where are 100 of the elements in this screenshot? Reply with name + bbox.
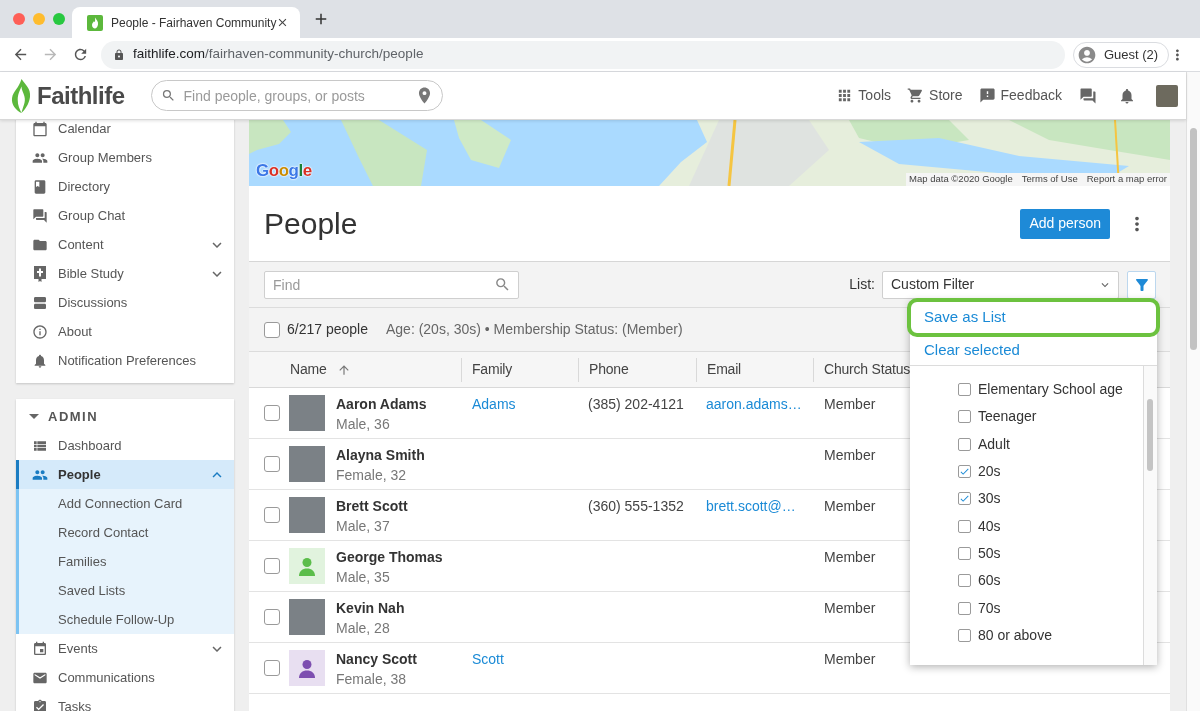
window-close-button[interactable] xyxy=(13,13,25,25)
chat-bubbles-icon xyxy=(32,207,48,224)
checkbox[interactable] xyxy=(958,601,971,615)
reload-icon[interactable] xyxy=(72,46,89,63)
option-label[interactable]: Adult xyxy=(978,433,1010,455)
nav-link[interactable]: Feedback xyxy=(978,85,1062,106)
sidebar-item[interactable]: Dashboard xyxy=(16,431,234,460)
find-field[interactable]: Find xyxy=(264,270,519,299)
sidebar-item[interactable]: Bible Study xyxy=(16,259,234,288)
column-header[interactable]: Family xyxy=(472,359,513,380)
filter-summary: Age: (20s, 30s) • Membership Status: (Member) xyxy=(385,320,683,339)
checkbox[interactable] xyxy=(264,507,280,523)
email-link[interactable]: brett.scott@… xyxy=(706,498,796,514)
sidebar-item[interactable]: Calendar xyxy=(16,120,234,143)
search-field[interactable]: Find people, groups, or posts xyxy=(150,80,443,111)
person-name[interactable]: George Thomas xyxy=(336,547,443,567)
map-link[interactable]: Report a map error xyxy=(1086,172,1167,187)
sidebar-item[interactable]: People xyxy=(16,460,234,489)
checkbox[interactable] xyxy=(958,437,971,451)
family-link[interactable]: Adams xyxy=(472,396,516,412)
person-name[interactable]: Aaron Adams xyxy=(336,394,427,414)
google-logo: Google xyxy=(256,159,312,182)
checkbox[interactable] xyxy=(264,558,280,574)
checkbox[interactable] xyxy=(958,383,971,397)
sidebar-item[interactable]: Content xyxy=(16,230,234,259)
search-icon xyxy=(494,275,511,293)
checkbox[interactable] xyxy=(958,546,971,560)
column-header[interactable]: Email xyxy=(707,359,741,380)
nav-link[interactable]: Tools xyxy=(836,85,892,106)
sidebar-item[interactable]: Group Chat xyxy=(16,201,234,230)
photo-placeholder[interactable] xyxy=(1156,84,1178,107)
sidebar-item[interactable]: Tasks xyxy=(16,692,234,711)
checkbox[interactable] xyxy=(958,410,971,424)
sidebar-item[interactable]: Discussions xyxy=(16,288,234,317)
chat-icon[interactable] xyxy=(1079,86,1097,105)
option-label[interactable]: Elementary School age xyxy=(978,379,1123,401)
browser-tab[interactable]: People - Fairhaven Community xyxy=(72,7,300,38)
window-zoom-button[interactable] xyxy=(53,13,65,25)
checkbox[interactable] xyxy=(958,465,971,479)
sidebar-item[interactable]: Record Contact xyxy=(16,518,234,547)
checkbox[interactable] xyxy=(958,628,971,642)
person-name[interactable]: Alayna Smith xyxy=(336,445,425,465)
church-status: Member xyxy=(824,651,876,667)
checkbox[interactable] xyxy=(264,456,280,472)
option-label[interactable]: 30s xyxy=(978,488,1001,510)
sidebar-item[interactable]: About xyxy=(16,317,234,346)
option-label[interactable]: 20s xyxy=(978,461,1001,483)
sidebar-item[interactable]: Saved Lists xyxy=(16,576,234,605)
sidebar-item[interactable]: Notification Preferences xyxy=(16,346,234,375)
leaf-logo-icon[interactable] xyxy=(10,78,33,113)
sidebar-item[interactable]: Directory xyxy=(16,172,234,201)
add-person-button[interactable]: Add person xyxy=(1020,208,1110,239)
option-label[interactable]: 60s xyxy=(978,570,1001,592)
people-count: 6/217 people xyxy=(287,320,368,339)
person-details: Female, 32 xyxy=(336,466,407,485)
bell-icon[interactable] xyxy=(1118,86,1136,105)
sidebar-item[interactable]: Communications xyxy=(16,663,234,692)
sidebar-item[interactable]: Families xyxy=(16,547,234,576)
sidebar-item[interactable]: Group Members xyxy=(16,143,234,172)
photo-placeholder xyxy=(289,599,325,635)
logo-wordmark[interactable]: Faithlife xyxy=(37,77,125,114)
checkbox[interactable] xyxy=(958,519,971,533)
filter-button[interactable] xyxy=(1127,270,1156,299)
checkbox[interactable] xyxy=(958,574,971,588)
checkbox[interactable] xyxy=(958,492,971,506)
checkbox[interactable] xyxy=(264,660,280,676)
person-name[interactable]: Nancy Scott xyxy=(336,649,417,669)
person-name[interactable]: Brett Scott xyxy=(336,496,408,516)
option-label[interactable]: 40s xyxy=(978,515,1001,537)
nav-link[interactable]: Store xyxy=(907,85,963,106)
map-link[interactable]: Terms of Use xyxy=(1021,172,1078,187)
checkbox[interactable] xyxy=(264,609,280,625)
checkbox[interactable] xyxy=(264,405,280,421)
option-label[interactable]: Teenager xyxy=(978,406,1037,428)
option-label[interactable]: 50s xyxy=(978,542,1001,564)
back-icon[interactable] xyxy=(12,46,29,63)
list-select[interactable]: Custom Filter xyxy=(882,270,1119,299)
checkbox[interactable] xyxy=(264,321,280,338)
option-label[interactable]: 70s xyxy=(978,597,1001,619)
section-header[interactable]: ADMIN xyxy=(16,402,234,431)
feedback-icon xyxy=(978,87,996,104)
church-status: Member xyxy=(824,549,876,565)
sidebar-item[interactable]: Schedule Follow-Up xyxy=(16,605,234,634)
column-header[interactable]: Church Status xyxy=(824,359,911,380)
column-header[interactable]: Phone xyxy=(589,359,629,380)
menu-action[interactable]: Save as List xyxy=(907,298,1160,337)
bell-icon xyxy=(32,352,48,369)
address-field[interactable]: faithlife.com/fairhaven-community-church/people xyxy=(101,40,1065,69)
menu-action[interactable]: Clear selected xyxy=(910,337,1157,363)
column-header[interactable]: Name xyxy=(290,359,351,380)
option-label[interactable]: 80 or above xyxy=(978,624,1052,646)
scrollbar-thumb[interactable] xyxy=(1190,128,1197,350)
scrollbar-thumb[interactable] xyxy=(1147,399,1153,471)
stacked-cards-icon xyxy=(32,294,48,311)
search-icon xyxy=(160,88,176,103)
family-link[interactable]: Scott xyxy=(472,651,504,667)
person-name[interactable]: Kevin Nah xyxy=(336,598,405,618)
email-link[interactable]: aaron.adams… xyxy=(706,396,802,412)
sidebar-item[interactable]: Events xyxy=(16,634,234,663)
sidebar-item[interactable]: Add Connection Card xyxy=(16,489,234,518)
